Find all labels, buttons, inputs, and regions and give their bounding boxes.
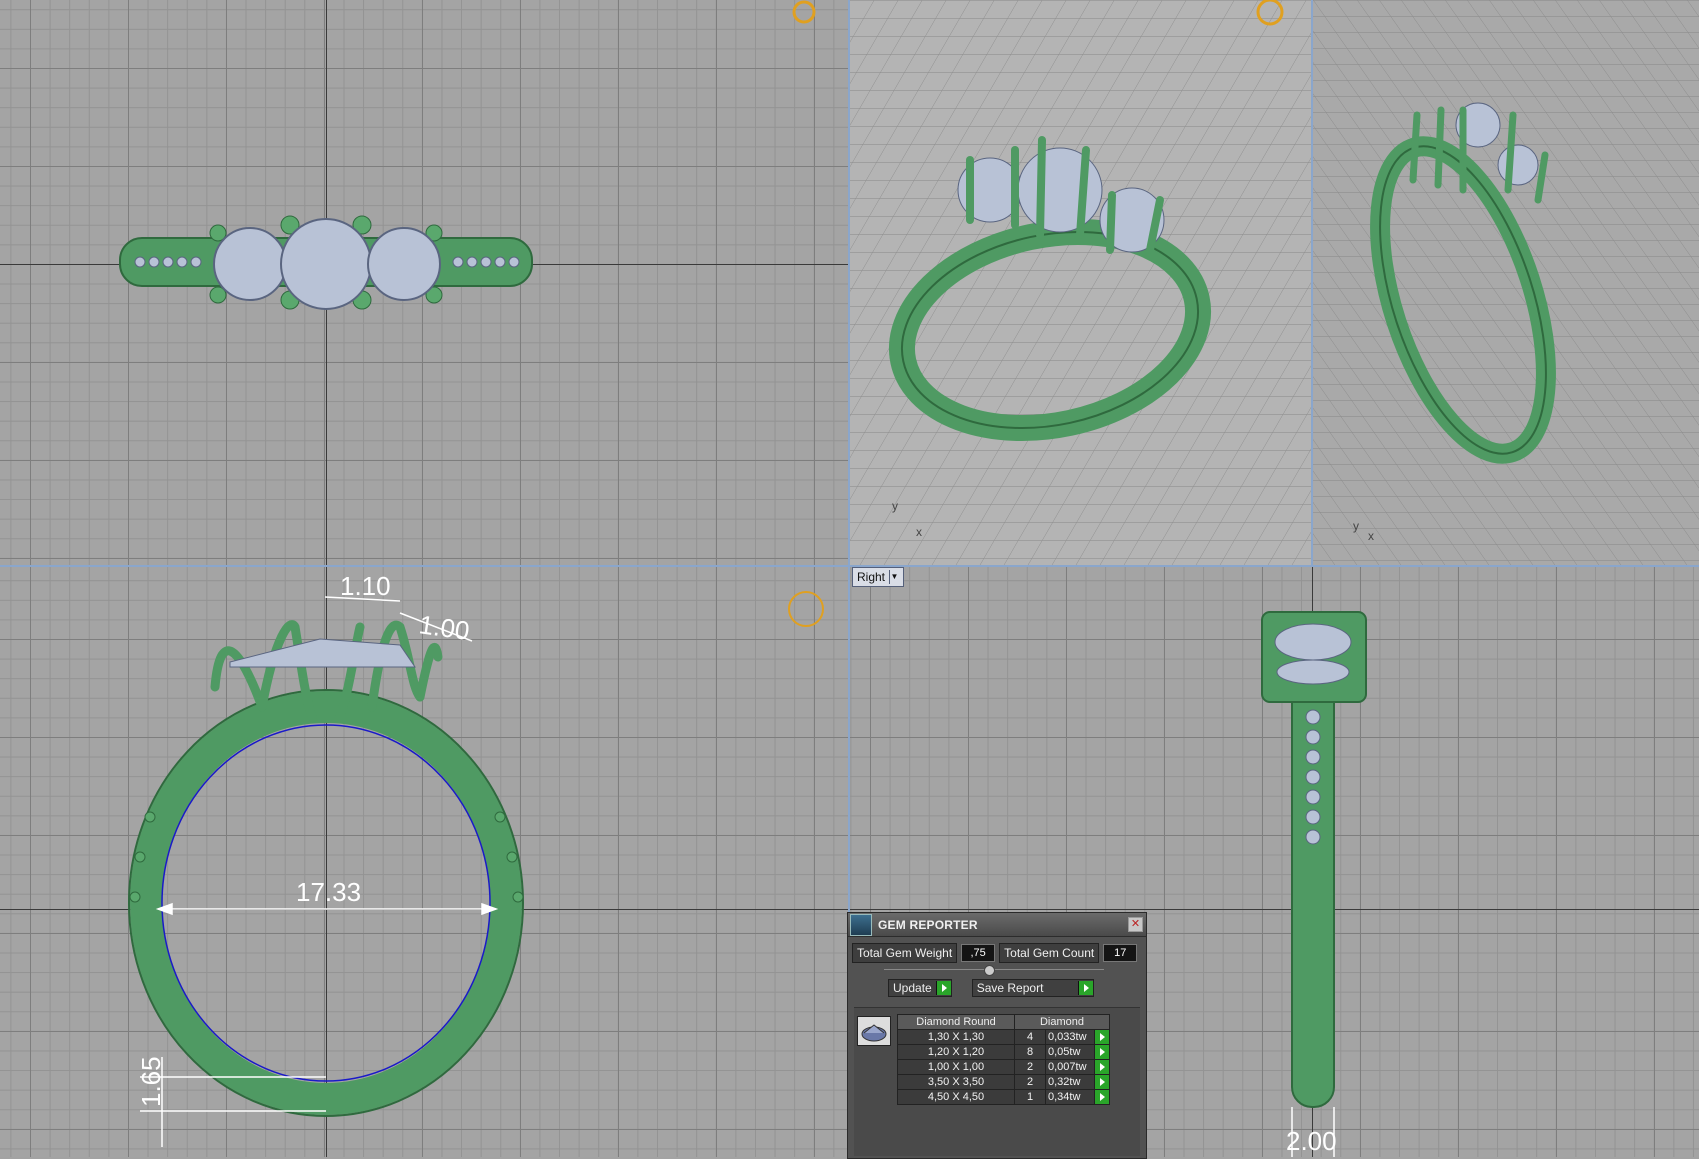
table-row[interactable]: 1,20 X 1,20 8 0,05tw <box>897 1044 1110 1060</box>
perspective-view-drawing-2: y x <box>1313 0 1699 565</box>
gem-reporter-panel[interactable]: GEM REPORTER ✕ Total Gem Weight ,75 Tota… <box>847 912 1147 1159</box>
update-button-label: Update <box>893 981 932 995</box>
close-icon[interactable]: ✕ <box>1128 917 1143 932</box>
svg-text:x: x <box>916 525 922 539</box>
viewport-splitter-vertical-2[interactable] <box>1311 0 1313 565</box>
total-gem-weight-value: ,75 <box>961 944 996 962</box>
gem-list-area: Diamond Round Diamond 1,30 X 1,30 4 0,03… <box>854 1007 1140 1156</box>
dimension-17-33: 17.33 <box>296 877 361 907</box>
table-row[interactable]: 1,30 X 1,30 4 0,033tw <box>897 1029 1110 1045</box>
dimension-2-00: 2.00 <box>1286 1126 1337 1156</box>
gem-weight: 0,32tw <box>1045 1074 1095 1090</box>
gem-size: 3,50 X 3,50 <box>897 1074 1015 1090</box>
total-gem-weight-label: Total Gem Weight <box>852 943 958 963</box>
dimension-1-10: 1.10 <box>340 571 391 601</box>
table-row[interactable]: 1,00 X 1,00 2 0,007tw <box>897 1059 1110 1075</box>
row-go-arrow-icon[interactable] <box>1094 1029 1110 1045</box>
gem-reporter-titlebar[interactable]: GEM REPORTER ✕ <box>848 913 1146 937</box>
diamond-gem-thumbnail[interactable] <box>857 1016 891 1046</box>
gem-count: 2 <box>1014 1074 1046 1090</box>
chevron-down-icon[interactable]: ▼ <box>889 570 899 584</box>
svg-text:x: x <box>1368 529 1374 543</box>
perspective-viewport-1[interactable]: y x <box>850 0 1311 565</box>
gem-reporter-icon <box>850 913 872 936</box>
dimension-1-00: 1.00 <box>417 609 471 646</box>
gem-weight: 0,05tw <box>1045 1044 1095 1060</box>
total-gem-count-label: Total Gem Count <box>999 943 1100 963</box>
top-view-drawing <box>119 0 816 310</box>
update-button[interactable]: Update <box>888 979 952 997</box>
table-row[interactable]: 4,50 X 4,50 1 0,34tw <box>897 1089 1110 1105</box>
gem-report-table: Diamond Round Diamond 1,30 X 1,30 4 0,03… <box>897 1014 1110 1105</box>
row-go-arrow-icon[interactable] <box>1094 1074 1110 1090</box>
save-report-button[interactable]: Save Report <box>971 979 1094 997</box>
svg-text:y: y <box>892 499 898 513</box>
panel-slider[interactable] <box>884 965 1104 976</box>
column-header-diamond-round: Diamond Round <box>897 1014 1015 1030</box>
play-arrow-icon[interactable] <box>1077 981 1093 995</box>
gem-size: 1,30 X 1,30 <box>897 1029 1015 1045</box>
viewport-splitter-horizontal[interactable] <box>0 565 1699 567</box>
gem-count: 1 <box>1014 1089 1046 1105</box>
gem-size: 1,00 X 1,00 <box>897 1059 1015 1075</box>
right-view-label: Right <box>857 570 886 584</box>
column-header-diamond: Diamond <box>1014 1014 1110 1030</box>
dimension-1-65: 1.65 <box>136 1056 166 1107</box>
table-row[interactable]: 3,50 X 3,50 2 0,32tw <box>897 1074 1110 1090</box>
row-go-arrow-icon[interactable] <box>1094 1089 1110 1105</box>
gem-count: 4 <box>1014 1029 1046 1045</box>
gem-size: 4,50 X 4,50 <box>897 1089 1015 1105</box>
front-viewport[interactable]: 1.10 1.00 17.33 1.65 <box>0 567 848 1157</box>
perspective-view-drawing-1: y x <box>850 0 1311 565</box>
play-arrow-icon[interactable] <box>935 981 951 995</box>
gem-size: 1,20 X 1,20 <box>897 1044 1015 1060</box>
top-viewport[interactable] <box>0 0 848 565</box>
gem-count: 8 <box>1014 1044 1046 1060</box>
gem-weight: 0,007tw <box>1045 1059 1095 1075</box>
save-report-button-label: Save Report <box>976 981 1044 995</box>
perspective-viewport-2[interactable]: y x <box>1313 0 1699 565</box>
gem-weight: 0,033tw <box>1045 1029 1095 1045</box>
svg-text:y: y <box>1353 519 1359 533</box>
gem-reporter-title: GEM REPORTER <box>878 917 978 932</box>
gem-count: 2 <box>1014 1059 1046 1075</box>
row-go-arrow-icon[interactable] <box>1094 1059 1110 1075</box>
gem-weight: 0,34tw <box>1045 1089 1095 1105</box>
right-view-selector[interactable]: Right ▼ <box>852 567 905 587</box>
total-gem-count-value: 17 <box>1103 944 1138 962</box>
slider-knob[interactable] <box>984 965 995 976</box>
front-view-drawing: 1.10 1.00 17.33 1.65 <box>128 571 824 1147</box>
row-go-arrow-icon[interactable] <box>1094 1044 1110 1060</box>
